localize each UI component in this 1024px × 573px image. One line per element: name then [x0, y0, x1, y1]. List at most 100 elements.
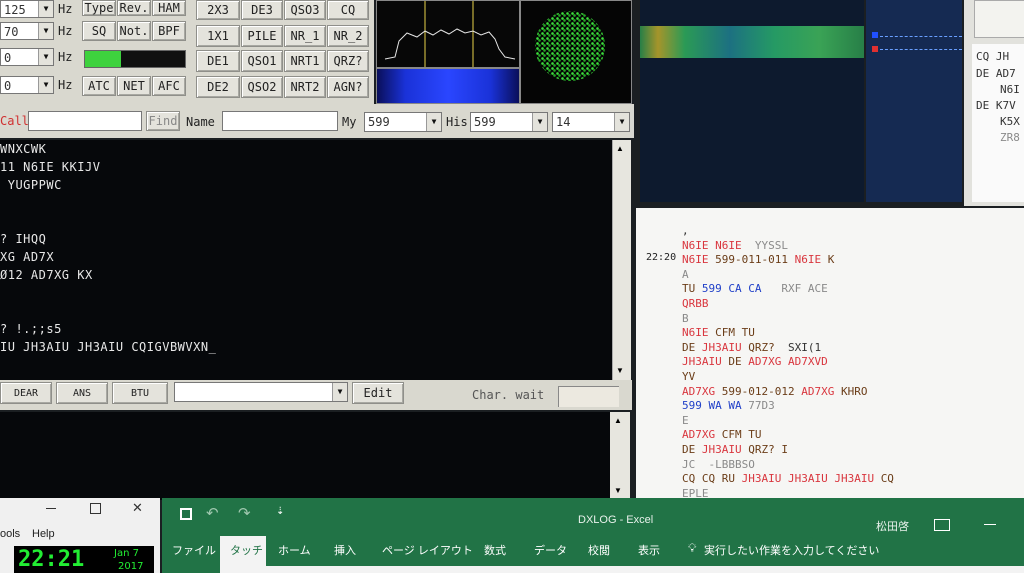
waterfall-marker-blue: [872, 32, 878, 38]
macro-qrz-button[interactable]: QRZ?: [327, 50, 369, 72]
log-segment: N6IE: [682, 253, 716, 267]
log-segment: 599 WA WA: [682, 399, 749, 413]
macro-de3-button[interactable]: DE3: [241, 0, 283, 20]
tell-me-search[interactable]: 実行したい作業を入力してください: [704, 542, 879, 558]
call-input[interactable]: [28, 111, 142, 131]
side-line-4: DE K7V: [976, 99, 1016, 112]
redo-icon[interactable]: ↷: [238, 504, 251, 522]
rx-text-window[interactable]: WNXCWK 11 N6IE KKIJV YUGPPWC ? IHQQ XG A…: [0, 140, 612, 380]
notch-button[interactable]: Not.: [117, 21, 151, 41]
his-rst-select[interactable]: 599 ▼: [470, 112, 548, 132]
net-button[interactable]: NET: [117, 76, 151, 96]
phase-scope-dots: [535, 11, 605, 81]
side-line-1: CQ JH: [976, 50, 1010, 63]
log-segment: 599-012-012: [721, 384, 802, 398]
macro-2x3-button[interactable]: 2X3: [196, 0, 240, 20]
menu-tools[interactable]: ools: [0, 528, 20, 540]
rx-scrollbar[interactable]: ▲ ▼: [612, 140, 631, 380]
log-line: JC -LBBBSO: [682, 458, 755, 471]
log-segment: AD7XG AD7XVD: [748, 355, 828, 369]
char-wait-label: Char. wait: [472, 388, 545, 402]
tab-data[interactable]: データ: [534, 542, 567, 558]
macro-qso3-button[interactable]: QSO3: [284, 0, 326, 20]
undo-icon[interactable]: ↶: [206, 504, 219, 522]
dear-button[interactable]: DEAR: [0, 382, 52, 404]
waterfall-display[interactable]: [640, 0, 864, 202]
tab-review[interactable]: 校閲: [588, 542, 610, 558]
scroll-up-icon[interactable]: ▲: [614, 416, 622, 425]
macro-nrt2-button[interactable]: NRT2: [284, 76, 326, 98]
tx-text-window[interactable]: [0, 412, 610, 500]
log-segment: AD7XG: [801, 384, 841, 398]
sq-button[interactable]: SQ: [82, 21, 116, 41]
macro-select[interactable]: ▼: [174, 382, 348, 402]
hz-select-4[interactable]: 0 ▼: [0, 76, 54, 94]
log-segment: A: [682, 267, 689, 281]
excel-user[interactable]: 松田啓: [876, 518, 909, 534]
ans-button[interactable]: ANS: [56, 382, 108, 404]
waterfall-signal: [640, 26, 864, 58]
log-segment: 77D3: [748, 399, 775, 413]
close-icon[interactable]: ✕: [132, 500, 143, 516]
maximize-icon[interactable]: [90, 503, 101, 514]
type-button[interactable]: Type: [82, 0, 116, 16]
ham-button[interactable]: HAM: [152, 0, 186, 16]
name-input[interactable]: [222, 111, 338, 131]
atc-button[interactable]: ATC: [82, 76, 116, 96]
log-segment: YV: [682, 370, 696, 383]
hz-select-3[interactable]: 0 ▼: [0, 48, 54, 66]
macro-nr1-button[interactable]: NR_1: [284, 25, 326, 47]
minimize-icon[interactable]: [46, 508, 56, 509]
tab-file[interactable]: ファイル: [172, 542, 216, 558]
scroll-down-icon[interactable]: ▼: [614, 486, 622, 495]
spectrum-display[interactable]: [376, 0, 520, 68]
tab-page-layout[interactable]: ページ レイアウト: [382, 542, 473, 558]
rx-line: XG AD7X: [0, 250, 55, 264]
macro-nr2-button[interactable]: NR_2: [327, 25, 369, 47]
save-icon[interactable]: [180, 508, 192, 520]
log-line: AD7XG CFM TU: [682, 428, 762, 441]
tab-formulas[interactable]: 数式: [484, 542, 506, 558]
rx-line: 11 N6IE KKIJV: [0, 160, 101, 174]
scroll-down-icon[interactable]: ▼: [616, 366, 624, 375]
my-rst-value: 599: [368, 115, 390, 129]
btu-button[interactable]: BTU: [112, 382, 168, 404]
macro-qso1-button[interactable]: QSO1: [241, 50, 283, 72]
rev-button[interactable]: Rev.: [117, 0, 151, 16]
edit-button[interactable]: Edit: [352, 382, 404, 404]
log-segment: TU: [682, 282, 702, 296]
tab-insert[interactable]: 挿入: [334, 542, 356, 558]
hz-select-1[interactable]: 125 ▼: [0, 0, 54, 18]
log-segment: CQ CQ RU: [682, 472, 742, 486]
minimize-icon[interactable]: [984, 524, 996, 525]
log-line: AD7XG 599-012-012 AD7XG KHRO: [682, 385, 867, 398]
tab-view[interactable]: 表示: [638, 542, 660, 558]
tab-home[interactable]: ホーム: [278, 542, 311, 558]
log-segment: QRZ?: [748, 340, 782, 354]
macro-qso2-button[interactable]: QSO2: [241, 76, 283, 98]
excel-title: DXLOG - Excel: [578, 514, 654, 526]
clock-date: Jan 7: [114, 548, 139, 559]
bpf-button[interactable]: BPF: [152, 21, 186, 41]
afc-button[interactable]: AFC: [152, 76, 186, 96]
log-lines: , N6IE N6IE YYSSL N6IE 599-011-011 N6IE KA…: [682, 224, 1012, 504]
tab-touch-label: タッチ: [230, 545, 263, 557]
macro-nrt1-button[interactable]: NRT1: [284, 50, 326, 72]
macro-de1-button[interactable]: DE1: [196, 50, 240, 72]
menu-help[interactable]: Help: [32, 528, 55, 540]
macro-de2-button[interactable]: DE2: [196, 76, 240, 98]
tx-scrollbar[interactable]: ▲ ▼: [610, 412, 630, 500]
qat-more-icon[interactable]: ⇣: [276, 506, 284, 517]
find-button[interactable]: Find: [146, 111, 180, 131]
macro-agn-button[interactable]: AGN?: [327, 76, 369, 98]
serial-select[interactable]: 14 ▼: [552, 112, 630, 132]
hz-select-2[interactable]: 70 ▼: [0, 22, 54, 40]
char-wait-slider[interactable]: [558, 386, 619, 407]
ribbon-display-icon[interactable]: [934, 519, 950, 531]
macro-1x1-button[interactable]: 1X1: [196, 25, 240, 47]
macro-pile-button[interactable]: PILE: [241, 25, 283, 47]
macro-cq-button[interactable]: CQ: [327, 0, 369, 20]
my-rst-select[interactable]: 599 ▼: [364, 112, 442, 132]
scroll-up-icon[interactable]: ▲: [616, 144, 624, 153]
log-segment: YYSSL: [748, 238, 788, 252]
